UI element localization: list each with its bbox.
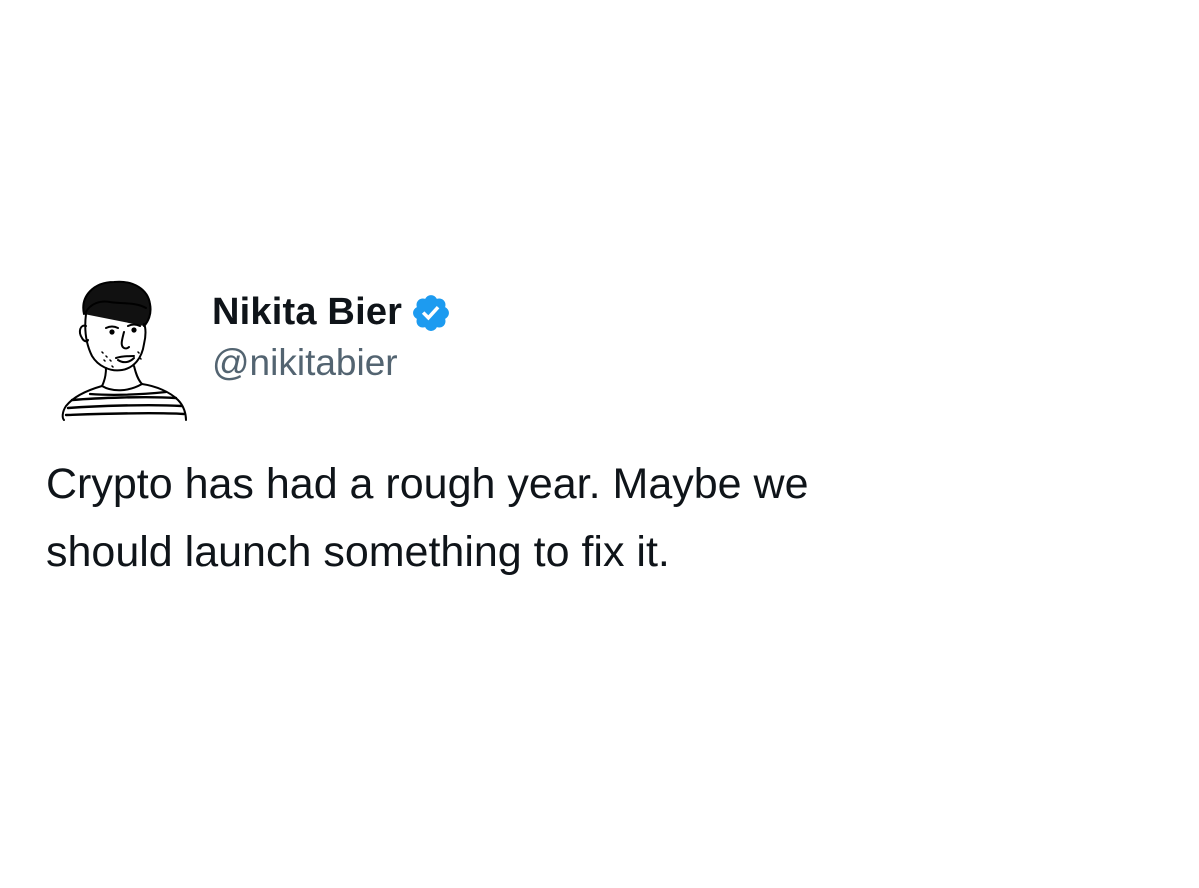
author-handle[interactable]: @nikitabier	[212, 342, 452, 384]
author-display-name[interactable]: Nikita Bier	[212, 291, 402, 334]
tweet-text: Crypto has had a rough year. Maybe we sh…	[46, 460, 809, 576]
tweet-header: Nikita Bier @nikitabier	[44, 270, 1154, 422]
name-row: Nikita Bier	[212, 288, 452, 336]
verified-badge-icon	[413, 295, 450, 331]
avatar[interactable]	[56, 274, 192, 422]
author-identity: Nikita Bier @nikitabier	[212, 288, 452, 384]
tweet-card: Nikita Bier @nikitabier Crypto has had a…	[44, 270, 1154, 586]
